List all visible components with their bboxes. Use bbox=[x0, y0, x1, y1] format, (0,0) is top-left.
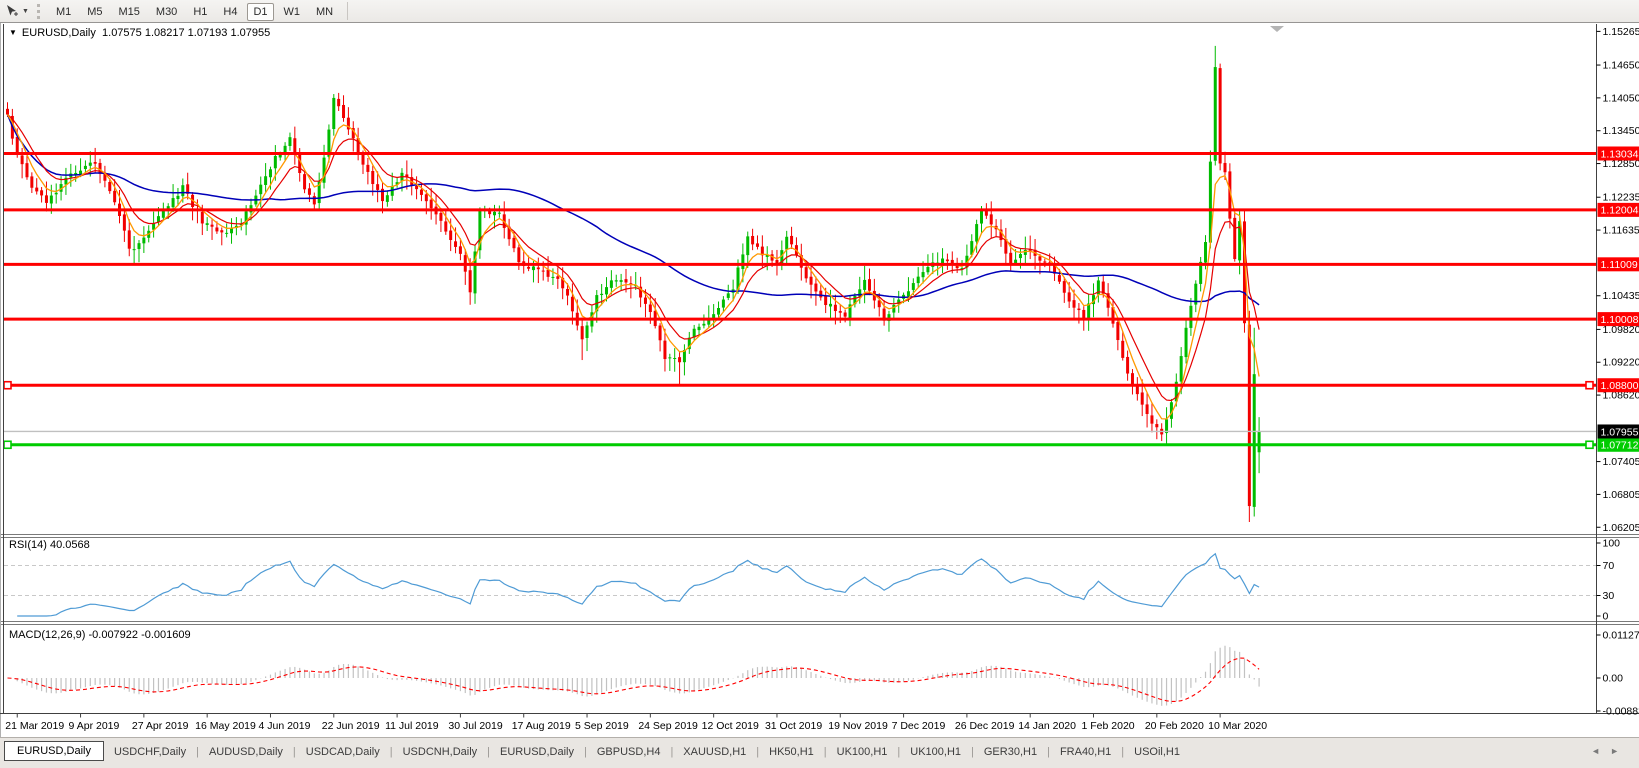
x-axis-date-label: 9 Apr 2019 bbox=[69, 720, 120, 732]
chart-tab-bar: EURUSD,DailyUSDCHF,Daily|AUDUSD,Daily|US… bbox=[0, 737, 1639, 768]
chart-plot-area[interactable] bbox=[4, 24, 1596, 533]
chart-tab-9[interactable]: UK100,H1 bbox=[827, 743, 898, 761]
macd-axis-label: 0.00 bbox=[1603, 673, 1624, 685]
timeframe-button-m5[interactable]: M5 bbox=[81, 3, 108, 21]
price-axis-label: 1.11009 bbox=[1601, 259, 1638, 271]
x-axis-date-label: 21 Mar 2019 bbox=[5, 720, 64, 732]
rsi-axis-label: 100 bbox=[1603, 538, 1621, 550]
rsi-name: RSI(14) bbox=[9, 539, 47, 551]
chart-tab-4[interactable]: USDCNH,Daily bbox=[393, 743, 488, 761]
chart-title: ▼ EURUSD,Daily 1.07575 1.08217 1.07193 1.… bbox=[9, 27, 270, 39]
y-axis-tick-label: 1.09220 bbox=[1603, 357, 1639, 369]
x-axis-date-label: 30 Jul 2019 bbox=[448, 720, 502, 732]
price-axis-label: 1.07712 bbox=[1601, 440, 1639, 452]
y-axis-tick-label: 1.14650 bbox=[1603, 60, 1639, 72]
timeframe-button-m30[interactable]: M30 bbox=[150, 3, 183, 21]
line-handle[interactable] bbox=[4, 382, 11, 389]
chart-tab-13[interactable]: USOil,H1 bbox=[1124, 743, 1190, 761]
timeframe-button-h1[interactable]: H1 bbox=[187, 3, 213, 21]
chart-tab-1[interactable]: USDCHF,Daily bbox=[104, 743, 196, 761]
x-axis-date-label: 11 Jul 2019 bbox=[385, 720, 439, 732]
toolbar-grip bbox=[37, 4, 40, 19]
y-axis-tick-label: 1.15265 bbox=[1603, 26, 1639, 38]
x-axis-date-label: 7 Dec 2019 bbox=[892, 720, 946, 732]
rsi-axis-label: 30 bbox=[1603, 590, 1615, 602]
x-axis-date-label: 14 Jan 2020 bbox=[1018, 720, 1076, 732]
x-axis-date-label: 10 Mar 2020 bbox=[1208, 720, 1267, 732]
price-axis-label: 1.13034 bbox=[1601, 148, 1639, 160]
timeframe-button-d1[interactable]: D1 bbox=[247, 3, 273, 21]
chart-tab-5[interactable]: EURUSD,Daily bbox=[490, 743, 584, 761]
x-axis-date-label: 19 Nov 2019 bbox=[828, 720, 888, 732]
timeframe-button-h4[interactable]: H4 bbox=[217, 3, 243, 21]
y-axis-tick-label: 1.12235 bbox=[1603, 192, 1639, 204]
chart-symbol: EURUSD,Daily bbox=[22, 27, 96, 39]
x-axis-date-label: 12 Oct 2019 bbox=[702, 720, 759, 732]
timeframe-buttons: M1M5 M15M30H1H4D1 W1MN bbox=[48, 2, 341, 20]
line-handle[interactable] bbox=[1586, 382, 1593, 389]
y-axis-tick-label: 1.14050 bbox=[1603, 92, 1639, 104]
top-toolbar: ▼ M1M5 M15M30H1H4D1 W1MN bbox=[0, 0, 1639, 23]
chart-menu-icon[interactable]: ▼ bbox=[9, 28, 17, 37]
chart-tab-10[interactable]: UK100,H1 bbox=[900, 743, 971, 761]
line-handle[interactable] bbox=[4, 441, 11, 448]
x-axis-date-label: 5 Sep 2019 bbox=[575, 720, 629, 732]
timeframe-button-mn[interactable]: MN bbox=[310, 3, 339, 21]
line-handle[interactable] bbox=[1586, 441, 1593, 448]
y-axis-tick-label: 1.10435 bbox=[1603, 290, 1639, 302]
tool-dropdown-icon[interactable]: ▼ bbox=[22, 8, 29, 15]
rsi-axis-label: 70 bbox=[1603, 560, 1615, 572]
rsi-indicator-label: RSI(14) 40.0568 bbox=[9, 539, 90, 551]
toolbar-separator bbox=[347, 2, 348, 20]
timeframe-button-m15[interactable]: M15 bbox=[113, 3, 146, 21]
x-axis-date-label: 20 Feb 2020 bbox=[1145, 720, 1204, 732]
timeframe-button-m1[interactable]: M1 bbox=[50, 3, 77, 21]
x-axis-date-label: 1 Feb 2020 bbox=[1082, 720, 1135, 732]
macd-axis-label: 0.011277 bbox=[1603, 630, 1639, 642]
chart-tab-7[interactable]: XAUUSD,H1 bbox=[673, 743, 756, 761]
x-axis-date-label: 26 Dec 2019 bbox=[955, 720, 1015, 732]
price-axis-label: 1.07955 bbox=[1601, 426, 1639, 438]
chart-ohlc: 1.07575 1.08217 1.07193 1.07955 bbox=[102, 27, 270, 39]
timeframe-button-w1[interactable]: W1 bbox=[278, 3, 307, 21]
x-axis-date-label: 27 Apr 2019 bbox=[132, 720, 189, 732]
x-axis-date-label: 24 Sep 2019 bbox=[638, 720, 698, 732]
chart-tab-0[interactable]: EURUSD,Daily bbox=[4, 741, 104, 761]
x-axis-date-label: 22 Jun 2019 bbox=[322, 720, 380, 732]
x-axis-date-label: 4 Jun 2019 bbox=[258, 720, 310, 732]
y-axis-tick-label: 1.06205 bbox=[1603, 522, 1639, 534]
y-axis-tick-label: 1.07405 bbox=[1603, 456, 1639, 468]
macd-name: MACD(12,26,9) bbox=[9, 629, 85, 641]
tab-scroll-controls: ◄► bbox=[1591, 746, 1629, 756]
x-axis-date-label: 16 May 2019 bbox=[195, 720, 256, 732]
price-axis-label: 1.08800 bbox=[1601, 380, 1639, 392]
macd-axis-label: -0.008837 bbox=[1603, 706, 1639, 718]
chart-tabs: EURUSD,DailyUSDCHF,Daily|AUDUSD,Daily|US… bbox=[4, 741, 1190, 763]
rsi-axis-label: 0 bbox=[1603, 611, 1609, 623]
y-axis-tick-label: 1.13450 bbox=[1603, 125, 1639, 137]
chart-tab-8[interactable]: HK50,H1 bbox=[759, 743, 824, 761]
price-axis-label: 1.10008 bbox=[1601, 314, 1639, 326]
tab-scroll-right-icon[interactable]: ► bbox=[1610, 746, 1629, 756]
y-axis-tick-label: 1.11635 bbox=[1603, 225, 1639, 237]
chart-tab-11[interactable]: GER30,H1 bbox=[974, 743, 1047, 761]
x-axis-date-label: 17 Aug 2019 bbox=[512, 720, 571, 732]
price-axis-label: 1.12004 bbox=[1601, 205, 1639, 217]
chart-tab-2[interactable]: AUDUSD,Daily bbox=[199, 743, 293, 761]
macd-values: -0.007922 -0.001609 bbox=[88, 629, 190, 641]
macd-indicator-label: MACD(12,26,9) -0.007922 -0.001609 bbox=[9, 629, 191, 641]
crosshair-tool-icon[interactable] bbox=[3, 3, 21, 19]
x-axis-date-label: 31 Oct 2019 bbox=[765, 720, 822, 732]
tab-scroll-left-icon[interactable]: ◄ bbox=[1591, 746, 1610, 756]
chart-tab-12[interactable]: FRA40,H1 bbox=[1050, 743, 1121, 761]
rsi-value: 40.0568 bbox=[50, 539, 90, 551]
chart-canvas[interactable]: 1.152651.146501.140501.134501.128501.122… bbox=[0, 23, 1639, 737]
chart-tab-6[interactable]: GBPUSD,H4 bbox=[587, 743, 671, 761]
chart-tab-3[interactable]: USDCAD,Daily bbox=[296, 743, 390, 761]
y-axis-tick-label: 1.06805 bbox=[1603, 489, 1639, 501]
